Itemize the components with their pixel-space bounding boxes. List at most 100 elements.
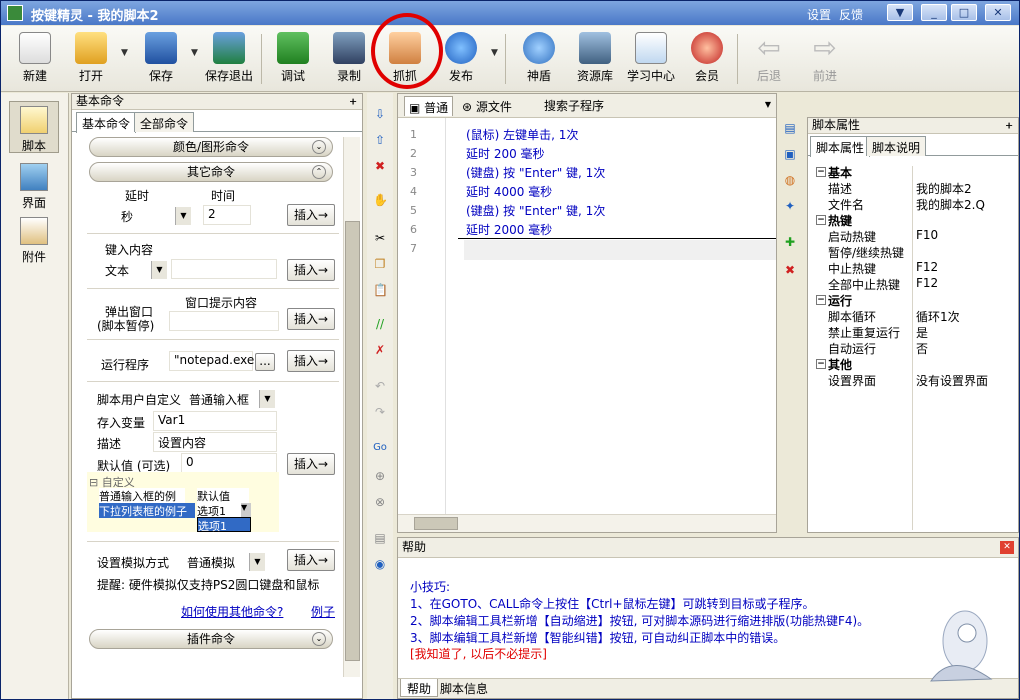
maximize-button[interactable]: □ <box>951 4 977 21</box>
dismiss-tip-link[interactable]: [我知道了, 以后不必提示] <box>410 645 547 662</box>
collapse-icon[interactable]: − <box>816 167 826 177</box>
insert-sim-button[interactable]: 插入→ <box>287 549 335 571</box>
collapse-icon[interactable]: − <box>816 215 826 225</box>
editor-hscrollbar[interactable] <box>398 514 776 532</box>
prop-value[interactable]: 我的脚本2 <box>916 180 972 197</box>
tab-script-props[interactable]: 脚本属性 <box>810 136 871 157</box>
scroll-thumb[interactable] <box>345 221 360 661</box>
hand-icon[interactable]: ✋ <box>373 193 388 207</box>
cut-icon[interactable]: ✂ <box>373 231 387 245</box>
record-button[interactable]: 录制 <box>321 32 377 88</box>
delay-value-field[interactable]: 2 <box>203 205 251 225</box>
find-icon[interactable]: ⊕ <box>373 469 387 483</box>
open-dropdown-arrow[interactable]: ▼ <box>121 48 128 58</box>
tab-script-info[interactable]: 脚本信息 <box>434 679 494 697</box>
insert-custom-button[interactable]: 插入→ <box>287 453 335 475</box>
delete-icon[interactable]: ✖ <box>373 159 387 173</box>
prop-row[interactable]: 脚本循环 循环1次 <box>808 308 1018 324</box>
prop-value[interactable]: 我的脚本2.Q <box>916 196 985 213</box>
add-tool-icon[interactable]: ✚ <box>783 235 797 249</box>
insert-run-button[interactable]: 插入→ <box>287 350 335 372</box>
prop-row[interactable]: 全部中止热键 F12 <box>808 276 1018 292</box>
prop-value[interactable]: 没有设置界面 <box>916 372 988 389</box>
pin-icon[interactable]: ᚐ <box>350 94 356 109</box>
subroutine-search-select[interactable]: 搜索子程序 ▼ <box>540 96 776 114</box>
prop-group[interactable]: − 基本 <box>808 164 1018 180</box>
prop-row[interactable]: 描述 我的脚本2 <box>808 180 1018 196</box>
tab-script-desc[interactable]: 脚本说明 <box>866 136 927 156</box>
prop-row[interactable]: 设置界面 没有设置界面 <box>808 372 1018 388</box>
settings-link[interactable]: 设置 <box>807 6 831 23</box>
prop-row[interactable]: 暂停/继续热键 <box>808 244 1018 260</box>
prop-value[interactable]: 否 <box>916 340 928 357</box>
bug-icon[interactable]: ✦ <box>783 199 797 213</box>
insert-delay-button[interactable]: 插入→ <box>287 204 335 226</box>
insert-popup-button[interactable]: 插入→ <box>287 308 335 330</box>
command-panel-scrollbar[interactable] <box>343 137 360 677</box>
tab-normal[interactable]: ▣ 普通 <box>404 96 454 116</box>
new-button[interactable]: 新建 <box>7 32 63 88</box>
remove-tool-icon[interactable]: ✖ <box>783 263 797 277</box>
learning-center-button[interactable]: 学习中心 <box>623 32 679 88</box>
keyin-type-select[interactable]: 文本 ▼ <box>101 261 167 279</box>
palette-icon[interactable]: ◍ <box>783 173 797 187</box>
debug-button[interactable]: 调试 <box>265 32 321 88</box>
nav-script[interactable]: 脚本 <box>9 101 59 153</box>
scroll-thumb[interactable] <box>414 517 458 530</box>
prop-group[interactable]: − 其他 <box>808 356 1018 372</box>
prop-value[interactable]: F10 <box>916 228 938 242</box>
paste-icon[interactable]: 📋 <box>373 283 388 297</box>
save-icon[interactable]: ▣ <box>783 147 797 161</box>
group-color-commands[interactable]: 颜色/图形命令 ⌄ <box>89 137 333 157</box>
tab-source[interactable]: ⊛ 源文件 <box>458 96 516 116</box>
popup-content-field[interactable] <box>169 311 279 331</box>
tab-basic-commands[interactable]: 基本命令 <box>76 112 137 133</box>
custom-type-select[interactable]: 普通输入框 ▼ <box>185 390 275 408</box>
run-program-field[interactable]: "notepad.exe" <box>169 351 260 371</box>
nav-ui[interactable]: 界面 <box>9 159 59 211</box>
default-field[interactable]: 0 <box>181 453 277 473</box>
browse-button[interactable]: ... <box>255 353 275 371</box>
save-exit-button[interactable]: 保存退出 <box>201 32 257 88</box>
current-line-highlight[interactable] <box>464 240 776 260</box>
prop-value[interactable]: 循环1次 <box>916 308 960 325</box>
minimize-button[interactable]: _ <box>921 4 947 21</box>
comment-icon[interactable]: // <box>373 317 387 331</box>
prop-row[interactable]: 中止热键 F12 <box>808 260 1018 276</box>
publish-dropdown-arrow[interactable]: ▼ <box>491 48 498 58</box>
forward-button[interactable]: ⇨ 前进 <box>797 32 853 88</box>
replace-icon[interactable]: ⊗ <box>373 495 387 509</box>
prop-group[interactable]: − 运行 <box>808 292 1018 308</box>
code-line[interactable]: (键盘) 按 "Enter" 键, 1次 <box>466 202 605 219</box>
doc-icon[interactable]: ▤ <box>783 121 797 135</box>
code-line[interactable]: (键盘) 按 "Enter" 键, 1次 <box>466 164 605 181</box>
uncomment-icon[interactable]: ✗ <box>373 343 387 357</box>
insert-keyin-button[interactable]: 插入→ <box>287 259 335 281</box>
save-button[interactable]: 保存 <box>133 32 189 88</box>
prop-group[interactable]: − 热键 <box>808 212 1018 228</box>
var-field[interactable]: Var1 <box>153 411 277 431</box>
feedback-link[interactable]: 反馈 <box>839 6 863 23</box>
example-link[interactable]: 例子 <box>311 603 335 620</box>
copy-icon[interactable]: ❐ <box>373 257 387 271</box>
prop-value[interactable]: 是 <box>916 324 928 341</box>
prop-value[interactable]: F12 <box>916 276 938 290</box>
move-down-icon[interactable]: ⇩ <box>373 107 387 121</box>
resource-library-button[interactable]: 资源库 <box>567 32 623 88</box>
pin-icon[interactable]: ᚐ <box>1006 118 1012 133</box>
close-button[interactable]: ✕ <box>985 4 1011 21</box>
goto-icon[interactable]: Go <box>373 441 387 455</box>
code-line[interactable]: (鼠标) 左键单击, 1次 <box>466 126 578 143</box>
desc-field[interactable]: 设置内容 <box>153 432 277 452</box>
close-icon[interactable]: ✕ <box>1000 541 1014 554</box>
chevron-down-icon[interactable]: ▼ <box>241 503 251 518</box>
prop-value[interactable]: F12 <box>916 260 938 274</box>
group-plugin-commands[interactable]: 插件命令 ⌄ <box>89 629 333 649</box>
shield-button[interactable]: 神盾 <box>511 32 567 88</box>
save-dropdown-arrow[interactable]: ▼ <box>191 48 198 58</box>
custom-row-2-value[interactable]: 选项1 <box>197 503 241 518</box>
prop-row[interactable]: 自动运行 否 <box>808 340 1018 356</box>
howto-link[interactable]: 如何使用其他命令? <box>181 603 283 620</box>
code-line[interactable]: 延时 4000 毫秒 <box>466 183 552 200</box>
sim-type-select[interactable]: 普通模拟 ▼ <box>183 553 265 571</box>
